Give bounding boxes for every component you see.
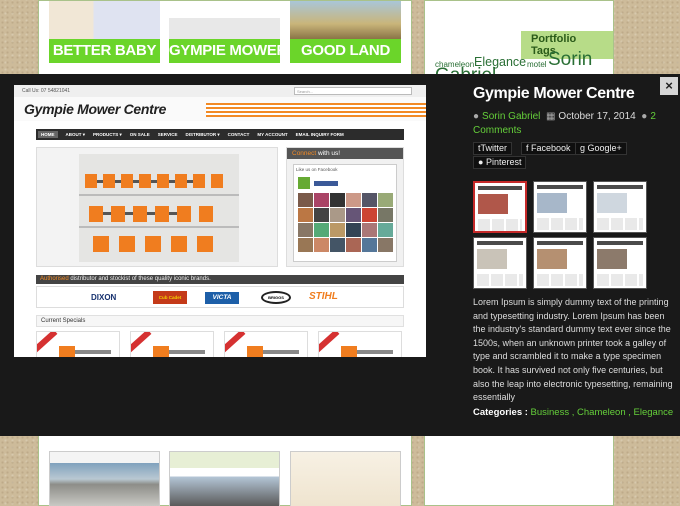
on-sale-ribbon [131, 332, 152, 353]
portfolio-thumb-label: GYMPIE MOWER [169, 39, 280, 63]
brand-cub-cadet: Cub Cadet [153, 291, 187, 304]
site-nav-item: MY ACCOUNT [257, 132, 288, 137]
category-link-elegance[interactable]: Elegance [634, 407, 674, 418]
chainsaw-display-illustration [79, 154, 239, 262]
calendar-icon: ▦ [545, 111, 556, 122]
site-brands: DIXON Cub Cadet VICTA BRIGGS STIHL [36, 286, 404, 308]
gallery-thumb[interactable] [473, 181, 527, 233]
brand-stihl: STIHL [309, 291, 338, 302]
on-sale-ribbon [225, 332, 246, 353]
project-title: Gympie Mower Centre [473, 85, 635, 102]
pinterest-icon: ● [478, 157, 486, 167]
site-logo: Gympie Mower Centre [24, 101, 167, 117]
site-hero [36, 147, 278, 267]
site-fb-like [314, 181, 338, 186]
site-topbar: Call Us: 07 54821041 Search... [14, 85, 426, 97]
site-product-card [224, 331, 308, 357]
portfolio-thumb-better-baby[interactable]: BETTER BABY [49, 1, 160, 63]
share-facebook-button[interactable]: f Facebook [521, 142, 576, 155]
site-nav-item: SERVICE [157, 132, 178, 137]
site-product-card [318, 331, 402, 357]
site-connect-pre: Connect [292, 150, 317, 157]
share-pinterest-button[interactable]: ● Pinterest [473, 156, 527, 169]
site-connect-box: Connect with us! Like us on Facebook [286, 147, 404, 267]
site-nav-item: DISTRIBUTOR ▾ [185, 131, 220, 137]
category-link-business[interactable]: Business [531, 407, 570, 418]
site-authorised-bar: Authorised distributor and stockist of t… [36, 275, 404, 284]
comments-link[interactable]: Comments [473, 125, 521, 136]
site-call-us: Call Us: 07 54821041 [22, 88, 71, 94]
site-header: Gympie Mower Centre [14, 97, 426, 121]
comments-count[interactable]: 2 [650, 111, 656, 122]
portfolio-thumb-motel[interactable] [49, 451, 160, 506]
share-google-button[interactable]: g Google+ [575, 142, 627, 155]
categories-label: Categories : [473, 407, 528, 418]
google-plus-icon: g [580, 143, 588, 153]
post-date: October 17, 2014 [558, 111, 636, 122]
gallery-thumb[interactable] [533, 181, 587, 233]
site-search: Search... [294, 87, 412, 95]
site-hero-image [79, 154, 239, 262]
project-screenshot: Call Us: 07 54821041 Search... Gympie Mo… [14, 85, 426, 357]
portfolio-thumb-label: GOOD LAND [290, 39, 401, 63]
site-product-card [130, 331, 214, 357]
portfolio-thumb-resort[interactable] [290, 451, 401, 506]
site-fb-faces [298, 193, 393, 252]
gallery-thumb[interactable] [593, 237, 647, 289]
brand-victa: VICTA [205, 292, 239, 304]
brand-briggs: BRIGGS [261, 291, 291, 304]
project-description: Lorem Ipsum is simply dummy text of the … [473, 297, 673, 403]
user-icon: ● [473, 111, 480, 122]
category-link-chameleon[interactable]: Chameleon [577, 407, 626, 418]
gallery-thumb[interactable] [533, 237, 587, 289]
portfolio-thumb-good-land[interactable]: GOOD LAND [290, 1, 401, 63]
site-nav-item: CONTACT [227, 132, 250, 137]
site-connect-heading: Connect with us! [287, 148, 403, 159]
site-nav-item: ON SALE [129, 132, 150, 137]
project-categories: Categories : Business , Chameleon , Eleg… [473, 407, 674, 418]
on-sale-ribbon [37, 332, 58, 353]
site-nav-item: HOME [38, 131, 58, 138]
site-product-card [36, 331, 120, 357]
site-nav-item: PRODUCTS ▾ [93, 131, 122, 137]
tag-sorin[interactable]: Sorin [548, 49, 592, 71]
site-stripes [206, 103, 426, 117]
gallery-thumb[interactable] [593, 181, 647, 233]
portfolio-thumb-gympie-mower[interactable]: GYMPIE MOWER [169, 1, 280, 63]
comment-icon: ● [641, 111, 648, 122]
share-twitter-button[interactable]: tTwitter [473, 142, 513, 155]
site-connect-post: with us! [318, 150, 341, 157]
tag-motel[interactable]: motel [527, 60, 547, 69]
site-nav-item: ABOUT ▾ [65, 131, 86, 137]
close-button[interactable]: × [660, 77, 678, 95]
site-fb-avatar [298, 177, 310, 189]
on-sale-ribbon [319, 332, 340, 353]
author-link[interactable]: Sorin Gabriel [482, 111, 540, 122]
site-current-specials: Current Specials [36, 315, 404, 327]
site-authorised-pre: Authorised [40, 276, 69, 282]
site-nav-item: EMAIL INQUIRY FORM [295, 132, 344, 137]
gallery-thumb[interactable] [473, 237, 527, 289]
site-authorised-post: distributor and stockist of these qualit… [70, 276, 211, 282]
project-meta: ● Sorin Gabriel ▦ October 17, 2014 ● 2 Comm… [473, 110, 669, 138]
portfolio-thumb-hotel[interactable] [169, 451, 280, 506]
brand-dixon: DIXON [91, 293, 117, 302]
site-facebook-box: Like us on Facebook [293, 164, 397, 262]
site-fb-text: Like us on Facebook [296, 167, 338, 172]
portfolio-thumb-label: BETTER BABY [49, 39, 160, 63]
site-nav: HOME ABOUT ▾ PRODUCTS ▾ ON SALE SERVICE … [36, 129, 404, 140]
